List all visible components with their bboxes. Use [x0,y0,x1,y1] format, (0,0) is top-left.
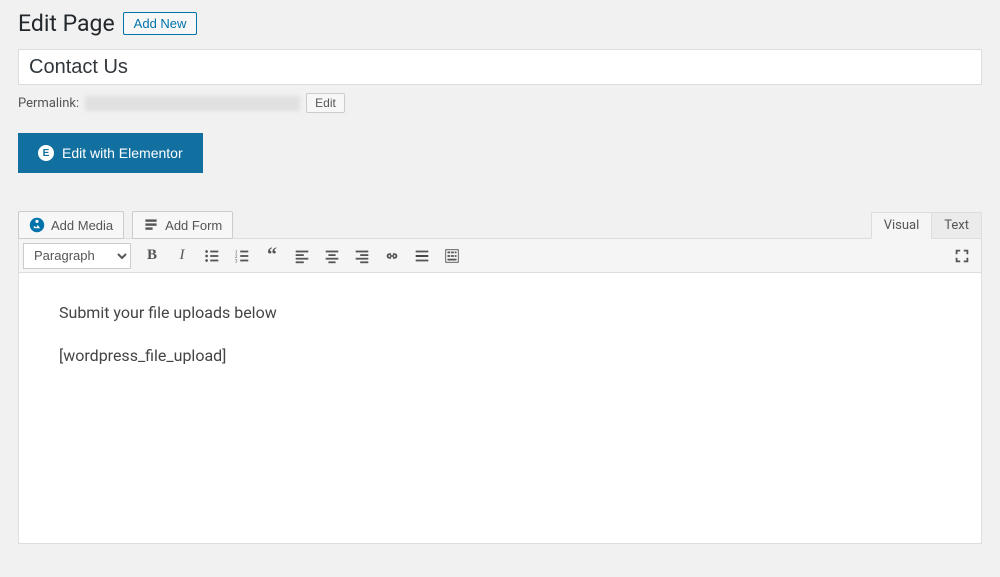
editor-toolbar: Paragraph B I 123 “ [19,239,981,273]
content-line-1: Submit your file uploads below [59,303,941,322]
bold-button[interactable]: B [137,241,167,271]
elementor-icon: E [38,145,54,161]
add-new-button[interactable]: Add New [123,12,198,35]
tab-text[interactable]: Text [931,212,982,239]
add-media-label: Add Media [51,218,113,233]
link-button[interactable] [377,241,407,271]
permalink-url [85,96,300,111]
toolbar-toggle-button[interactable] [437,241,467,271]
numbered-list-button[interactable]: 123 [227,241,257,271]
content-line-2: [wordpress_file_upload] [59,346,941,365]
editor-content-area[interactable]: Submit your file uploads below [wordpres… [19,273,981,543]
align-left-button[interactable] [287,241,317,271]
read-more-button[interactable] [407,241,437,271]
fullscreen-button[interactable] [947,241,977,271]
blockquote-button[interactable]: “ [257,241,287,271]
edit-permalink-button[interactable]: Edit [306,93,345,113]
italic-button[interactable]: I [167,241,197,271]
media-icon [29,217,45,233]
bullet-list-button[interactable] [197,241,227,271]
form-icon [143,217,159,233]
svg-text:3: 3 [235,258,238,264]
page-title-input[interactable] [18,49,982,85]
elementor-button-label: Edit with Elementor [62,145,183,161]
align-right-button[interactable] [347,241,377,271]
add-form-button[interactable]: Add Form [132,211,233,239]
permalink-label: Permalink: [18,96,79,111]
align-center-button[interactable] [317,241,347,271]
tab-visual[interactable]: Visual [871,212,933,239]
add-media-button[interactable]: Add Media [18,211,124,239]
page-title: Edit Page [18,10,115,37]
edit-with-elementor-button[interactable]: E Edit with Elementor [18,133,203,173]
add-form-label: Add Form [165,218,222,233]
format-select[interactable]: Paragraph [23,243,131,269]
